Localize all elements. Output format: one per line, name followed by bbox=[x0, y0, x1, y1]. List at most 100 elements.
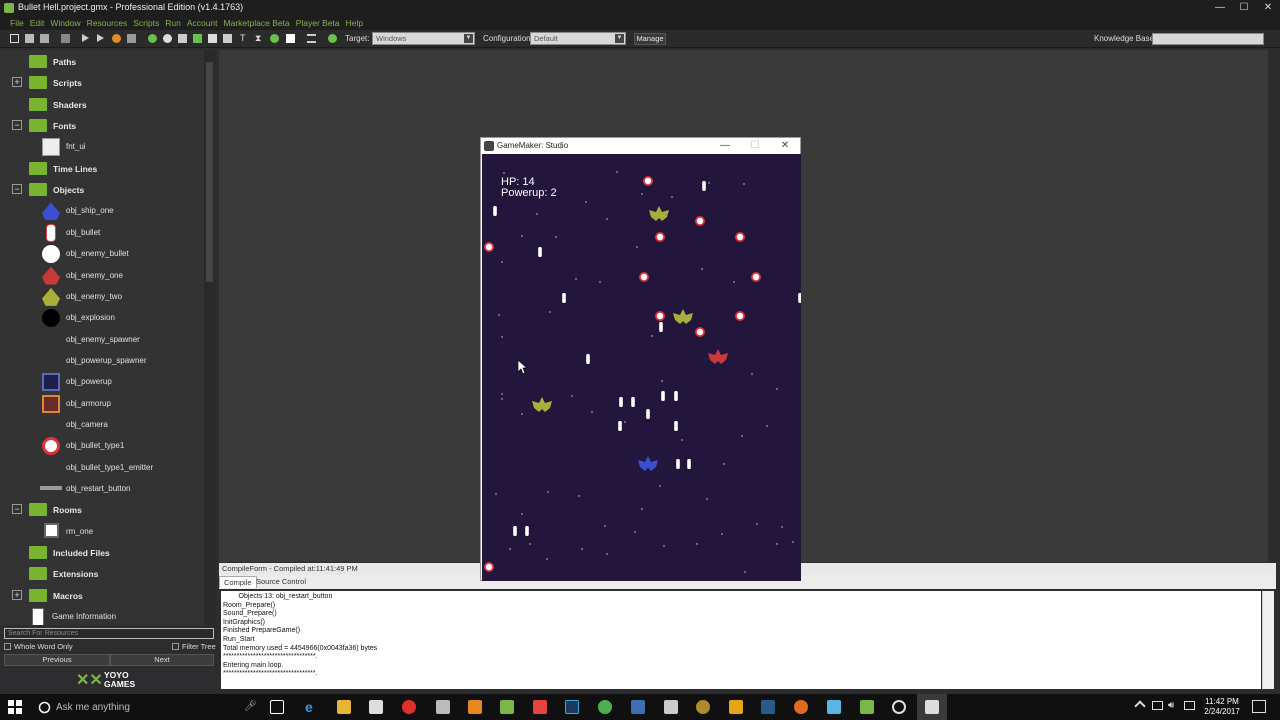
tree-item-obj-bullet-type1-emitter[interactable]: obj_bullet_type1_emitter bbox=[0, 457, 203, 478]
menu-window[interactable]: Window bbox=[50, 16, 80, 30]
keyboard-icon[interactable] bbox=[1184, 701, 1195, 710]
chrome-icon[interactable] bbox=[598, 700, 612, 714]
menu-account[interactable]: Account bbox=[187, 16, 218, 30]
output-scrollbar[interactable] bbox=[1262, 591, 1274, 689]
tab-compile[interactable]: Compile bbox=[219, 576, 257, 588]
expand-icon[interactable]: + bbox=[12, 589, 22, 600]
expand-icon[interactable]: + bbox=[12, 77, 22, 88]
tree-item-obj-bullet[interactable]: obj_bullet bbox=[0, 222, 203, 243]
room-icon[interactable] bbox=[286, 34, 295, 43]
clock[interactable]: 11:42 PM 2/24/2017 bbox=[1200, 697, 1244, 717]
tree-scrollbar-thumb[interactable] bbox=[206, 62, 213, 282]
tree-item-macros[interactable]: + Macros bbox=[0, 585, 203, 606]
next-button[interactable]: Next bbox=[110, 654, 214, 666]
game-canvas[interactable]: HP: 14 Powerup: 2 bbox=[482, 154, 801, 581]
game-close-button[interactable]: ✕ bbox=[775, 139, 795, 153]
tree-item-extensions[interactable]: Extensions bbox=[0, 563, 203, 584]
menu-run[interactable]: Run bbox=[165, 16, 181, 30]
save-icon[interactable] bbox=[40, 34, 49, 43]
windows-start-icon[interactable] bbox=[8, 700, 22, 714]
previous-button[interactable]: Previous bbox=[4, 654, 110, 666]
script-icon[interactable] bbox=[208, 34, 217, 43]
sound-icon[interactable] bbox=[163, 34, 172, 43]
store-icon[interactable] bbox=[369, 700, 383, 714]
tray-expand-icon[interactable] bbox=[1134, 700, 1146, 712]
run-icon[interactable] bbox=[82, 34, 89, 42]
app-yellow-icon[interactable] bbox=[729, 700, 743, 714]
search-resources-input[interactable]: Search For Resources bbox=[4, 628, 214, 639]
taskbar-search[interactable]: Ask me anything 🎤︎ bbox=[32, 696, 262, 718]
app-gray-icon[interactable] bbox=[664, 700, 678, 714]
collapse-icon[interactable]: − bbox=[12, 184, 22, 195]
microphone-icon[interactable]: 🎤︎ bbox=[244, 701, 257, 712]
configuration-select[interactable]: Default ▼ bbox=[530, 32, 626, 45]
manage-button[interactable]: Manage bbox=[634, 33, 666, 45]
tree-item-obj-bullet-type1[interactable]: obj_bullet_type1 bbox=[0, 435, 203, 456]
tree-item-obj-camera[interactable]: obj_camera bbox=[0, 414, 203, 435]
timeline-icon[interactable]: ⧗ bbox=[255, 34, 264, 43]
tree-item-rooms[interactable]: − Rooms bbox=[0, 499, 203, 520]
clean-icon[interactable] bbox=[127, 34, 136, 43]
font-icon[interactable]: T bbox=[240, 34, 249, 43]
sprite-icon[interactable] bbox=[148, 34, 157, 43]
minimize-button[interactable]: — bbox=[1208, 0, 1232, 16]
stop-icon[interactable] bbox=[112, 34, 121, 43]
tree-item-shaders[interactable]: Shaders bbox=[0, 94, 203, 115]
file-explorer-icon[interactable] bbox=[337, 700, 351, 714]
app-git-icon[interactable] bbox=[533, 700, 547, 714]
tree-item-obj-enemy-bullet[interactable]: obj_enemy_bullet bbox=[0, 243, 203, 264]
photoshop-icon[interactable] bbox=[565, 700, 579, 714]
steam-icon[interactable] bbox=[761, 700, 775, 714]
app-orange-icon[interactable] bbox=[468, 700, 482, 714]
menu-scripts[interactable]: Scripts bbox=[133, 16, 159, 30]
tree-item-fnt-ui[interactable]: fnt_ui bbox=[0, 136, 203, 157]
app-red-icon[interactable] bbox=[402, 700, 416, 714]
tree-item-obj-enemy-two[interactable]: obj_enemy_two bbox=[0, 286, 203, 307]
tree-item-obj-explosion[interactable]: obj_explosion bbox=[0, 307, 203, 328]
tree-item-objects[interactable]: − Objects bbox=[0, 179, 203, 200]
gamemaker-taskbar-icon[interactable] bbox=[500, 700, 514, 714]
debug-icon[interactable] bbox=[97, 34, 104, 42]
tree-item-time-lines[interactable]: Time Lines bbox=[0, 158, 203, 179]
app-origin-icon[interactable] bbox=[794, 700, 808, 714]
gamemaker-runner-icon[interactable] bbox=[925, 700, 939, 714]
export-icon[interactable] bbox=[61, 34, 70, 43]
menu-resources[interactable]: Resources bbox=[87, 16, 128, 30]
collapse-icon[interactable]: − bbox=[12, 120, 22, 131]
tree-item-paths[interactable]: Paths bbox=[0, 51, 203, 72]
menu-help[interactable]: Help bbox=[346, 16, 363, 30]
app-lightblue-icon[interactable] bbox=[827, 700, 841, 714]
tree-item-fonts[interactable]: − Fonts bbox=[0, 115, 203, 136]
object-icon[interactable] bbox=[270, 34, 279, 43]
maximize-button[interactable]: ☐ bbox=[1232, 0, 1256, 16]
game-maximize-button[interactable]: ☐ bbox=[745, 139, 765, 153]
menu-player[interactable]: Player Beta bbox=[296, 16, 340, 30]
tree-item-included-files[interactable]: Included Files bbox=[0, 542, 203, 563]
path-icon[interactable] bbox=[193, 34, 202, 43]
filter-tree-checkbox[interactable]: Filter Tree bbox=[172, 642, 216, 651]
menu-marketplace[interactable]: Marketplace Beta bbox=[224, 16, 290, 30]
extensions-icon[interactable] bbox=[328, 34, 337, 43]
app-unity-icon[interactable] bbox=[436, 700, 450, 714]
tree-item-rm-one[interactable]: rm_one bbox=[0, 521, 203, 542]
tree-item-obj-ship-one[interactable]: obj_ship_one bbox=[0, 200, 203, 221]
app-blue-icon[interactable] bbox=[631, 700, 645, 714]
shader-icon[interactable] bbox=[223, 34, 232, 43]
tab-source-control[interactable]: Source Control bbox=[252, 576, 310, 588]
knowledge-base-input[interactable] bbox=[1152, 33, 1264, 45]
game-window[interactable]: GameMaker: Studio — ☐ ✕ HP: 14 Powerup: … bbox=[480, 137, 801, 581]
tree-item-obj-enemy-spawner[interactable]: obj_enemy_spawner bbox=[0, 329, 203, 350]
close-button[interactable]: ✕ bbox=[1256, 0, 1280, 16]
edge-icon[interactable]: e bbox=[305, 700, 319, 714]
menu-file[interactable]: File bbox=[10, 16, 24, 30]
new-project-icon[interactable] bbox=[10, 34, 19, 43]
game-settings-icon[interactable] bbox=[307, 34, 316, 43]
tree-item-obj-powerup[interactable]: obj_powerup bbox=[0, 371, 203, 392]
network-icon[interactable] bbox=[1152, 701, 1163, 710]
menu-edit[interactable]: Edit bbox=[30, 16, 45, 30]
game-minimize-button[interactable]: — bbox=[715, 139, 735, 153]
tree-item-scripts[interactable]: + Scripts bbox=[0, 72, 203, 93]
app-wow-icon[interactable] bbox=[696, 700, 710, 714]
task-view-icon[interactable] bbox=[270, 700, 284, 714]
workspace-scrollbar[interactable] bbox=[1268, 50, 1278, 562]
